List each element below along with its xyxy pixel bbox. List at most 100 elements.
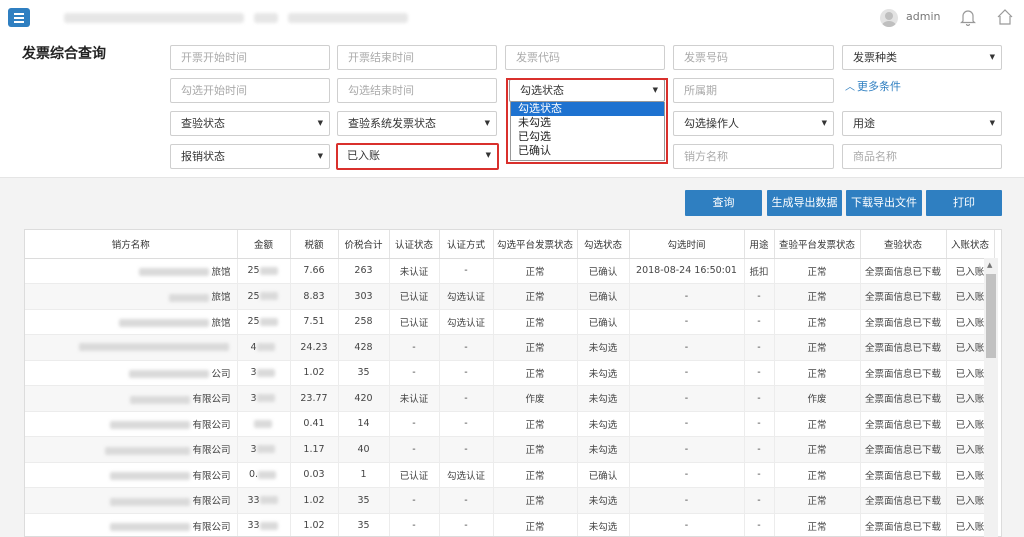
- menu-icon[interactable]: [8, 8, 30, 27]
- column-header[interactable]: 认证方式: [439, 230, 494, 259]
- table-cell: -: [629, 513, 745, 536]
- user-name[interactable]: admin: [906, 10, 940, 23]
- redacted-text: [259, 292, 278, 301]
- column-header[interactable]: 勾选平台发票状态: [493, 230, 578, 259]
- cell-text: 旅馆: [211, 292, 231, 304]
- cell-text: 全票面信息已下载: [864, 343, 941, 355]
- check-start-date-input[interactable]: 勾选开始时间: [170, 78, 330, 103]
- usage-select[interactable]: 用途: [842, 111, 1002, 136]
- period-input[interactable]: 所属期: [673, 78, 834, 103]
- scrollbar-thumb[interactable]: [986, 274, 996, 358]
- verify-status-select[interactable]: 查验状态: [170, 111, 330, 136]
- table-row[interactable]: 有限公司 0. 0.03 1 已认证 勾选认证 正常 已确认 - - 正常 全票面信息已下载 已入账: [25, 462, 995, 488]
- table-cell: 公司: [25, 360, 238, 386]
- avatar-icon[interactable]: [880, 9, 898, 27]
- check-operator-select[interactable]: 勾选操作人: [673, 111, 834, 136]
- blurred-breadcrumb-3: [288, 13, 408, 23]
- table-cell: -: [744, 283, 775, 310]
- column-header[interactable]: 税额: [290, 230, 339, 259]
- check-end-date-input[interactable]: 勾选结束时间: [337, 78, 497, 103]
- more-conditions-link[interactable]: ︿ 更多条件: [845, 78, 901, 94]
- table-cell: -: [744, 360, 775, 386]
- invoice-end-date-input[interactable]: 开票结束时间: [337, 45, 497, 70]
- reimburse-status-select[interactable]: 报销状态: [170, 144, 330, 169]
- redacted-text: [258, 470, 277, 479]
- invoice-code-input[interactable]: 发票代码: [505, 45, 665, 70]
- entry-status-select[interactable]: 已入账: [336, 143, 499, 170]
- invoice-type-select[interactable]: 发票种类: [842, 45, 1002, 70]
- table-cell: -: [389, 360, 440, 386]
- dropdown-option[interactable]: 勾选状态: [511, 102, 664, 116]
- column-header[interactable]: 用途: [744, 230, 775, 259]
- redacted-text: [259, 496, 278, 505]
- invoice-start-date-input[interactable]: 开票开始时间: [170, 45, 330, 70]
- table-row[interactable]: 公司 3 1.02 35 - - 正常 未勾选 - - 正常 全票面信息已下载 已入账: [25, 360, 995, 386]
- column-header[interactable]: 入账状态: [946, 230, 995, 259]
- cell-text: 有限公司: [192, 521, 231, 533]
- seller-name-input[interactable]: 销方名称: [673, 144, 834, 169]
- table-row[interactable]: 4 24.23 428 - - 正常 未勾选 - - 正常 全票面信息已下载 已入账: [25, 334, 995, 361]
- scroll-up-icon[interactable]: ▲: [987, 261, 992, 269]
- redacted-text: [130, 395, 191, 404]
- column-header[interactable]: 价税合计: [338, 230, 390, 259]
- table-cell: 263: [338, 258, 390, 284]
- table-cell: -: [744, 462, 775, 488]
- table-row[interactable]: 有限公司 33 1.02 35 - - 正常 未勾选 - - 正常 全票面信息已下载 已入账: [25, 487, 995, 514]
- table-cell: -: [629, 462, 745, 488]
- dropdown-option[interactable]: 未勾选: [511, 116, 664, 130]
- cell-text: 未认证: [399, 394, 429, 406]
- home-icon[interactable]: [996, 8, 1014, 26]
- product-name-input[interactable]: 商品名称: [842, 144, 1002, 169]
- cell-text: 已入账: [955, 445, 985, 457]
- cell-text: 正常: [807, 317, 827, 329]
- redacted-text: [129, 370, 210, 379]
- redacted-text: [169, 293, 210, 302]
- column-header[interactable]: 勾选时间: [629, 230, 745, 259]
- table-cell: 35: [338, 513, 390, 536]
- table-row[interactable]: 有限公司 0.41 14 - - 正常 未勾选 - - 正常 全票面信息已下载 已入账: [25, 411, 995, 437]
- table-cell: 有限公司: [25, 487, 238, 514]
- column-header[interactable]: 查验平台发票状态: [774, 230, 861, 259]
- table-row[interactable]: 旅馆 25 7.51 258 已认证 勾选认证 正常 已确认 - - 正常 全票面信息已下载 已入账: [25, 309, 995, 335]
- invoice-number-input[interactable]: 发票号码: [673, 45, 834, 70]
- dropdown-option[interactable]: 已确认: [511, 144, 664, 158]
- dropdown-option[interactable]: 已勾选: [511, 130, 664, 144]
- table-cell: 40: [338, 436, 390, 463]
- column-header[interactable]: 金额: [237, 230, 291, 259]
- table-cell: -: [744, 513, 775, 536]
- generate-export-button[interactable]: 生成导出数据: [767, 190, 842, 216]
- double-chevron-up-icon: ︿: [845, 82, 855, 93]
- cell-text: 勾选认证: [446, 292, 485, 304]
- table-cell: 勾选认证: [439, 309, 494, 335]
- cell-text: 已入账: [955, 521, 985, 533]
- check-status-select[interactable]: 勾选状态: [509, 79, 665, 102]
- column-header[interactable]: 销方名称: [25, 230, 238, 259]
- download-export-button[interactable]: 下载导出文件: [846, 190, 922, 216]
- cell-text: 0.41: [303, 418, 325, 430]
- table-row[interactable]: 有限公司 3 23.77 420 未认证 - 作废 未勾选 - - 作废 全票面信息已下载 已入账: [25, 385, 995, 412]
- table-cell: -: [629, 360, 745, 386]
- table-cell: 全票面信息已下载: [860, 487, 947, 514]
- verify-system-status-select[interactable]: 查验系统发票状态: [337, 111, 497, 136]
- page-title: 发票综合查询: [22, 46, 106, 62]
- print-button[interactable]: 打印: [926, 190, 1002, 216]
- cell-text: 3: [250, 443, 257, 455]
- table-cell: 1.17: [290, 436, 339, 463]
- cell-text: -: [684, 392, 689, 404]
- table-scrollbar[interactable]: ▲: [984, 258, 998, 537]
- table-row[interactable]: 有限公司 33 1.02 35 - - 正常 未勾选 - - 正常 全票面信息已下载 已入账: [25, 513, 995, 536]
- table-cell: 正常: [493, 513, 578, 536]
- bell-icon[interactable]: [960, 9, 976, 26]
- cell-text: 旅馆: [211, 317, 231, 329]
- column-header[interactable]: 认证状态: [389, 230, 440, 259]
- column-header[interactable]: 查验状态: [860, 230, 947, 259]
- column-header[interactable]: 勾选状态: [577, 230, 630, 259]
- table-cell: 正常: [774, 258, 861, 284]
- redacted-text: [259, 266, 278, 275]
- cell-text: -: [757, 469, 761, 481]
- table-row[interactable]: 旅馆 25 8.83 303 已认证 勾选认证 正常 已确认 - - 正常 全票面信息已下载 已入账: [25, 283, 995, 310]
- table-row[interactable]: 旅馆 25 7.66 263 未认证 - 正常 已确认 2018-08-24 16:50:01 抵…: [25, 258, 995, 284]
- cell-text: 258: [354, 316, 373, 328]
- table-row[interactable]: 有限公司 3 1.17 40 - - 正常 未勾选 - - 正常 全票面信息已下载 已入账: [25, 436, 995, 463]
- query-button[interactable]: 查询: [685, 190, 762, 216]
